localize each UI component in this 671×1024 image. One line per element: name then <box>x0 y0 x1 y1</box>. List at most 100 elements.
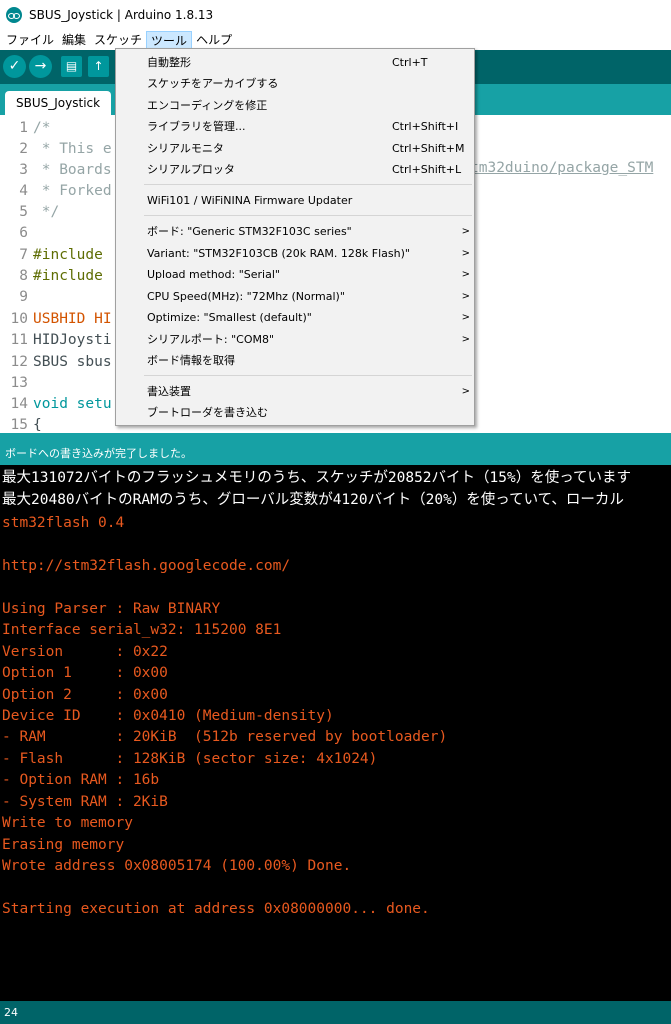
menu-item-variant[interactable]: Variant: "STM32F103CB (20k RAM. 128k Fla… <box>116 243 474 264</box>
menu-item-manage-libraries[interactable]: ライブラリを管理... Ctrl+Shift+I <box>116 116 474 137</box>
code-text: /* <box>33 120 51 136</box>
menu-separator <box>144 375 472 376</box>
menu-item-serial-monitor[interactable]: シリアルモニタ Ctrl+Shift+M <box>116 138 474 159</box>
line-number: 1 <box>19 120 28 136</box>
line-number: 14 <box>10 396 28 412</box>
console-line: - RAM : 20KiB (512b reserved by bootload… <box>2 729 448 745</box>
new-icon[interactable]: ▤ <box>61 56 82 77</box>
code-text: * Boards <box>33 162 112 178</box>
menu-item-label: スケッチをアーカイブする <box>147 77 279 90</box>
menu-separator <box>144 215 472 216</box>
menu-item-shortcut: Ctrl+Shift+M <box>392 142 465 155</box>
submenu-arrow-icon: > <box>461 312 470 323</box>
line-number: 13 <box>10 375 28 391</box>
comment-url-fragment[interactable]: tm32duino/package_STM <box>470 160 653 176</box>
console-line: 最大20480バイトのRAMのうち、グローバル変数が4120バイト（20%）を使… <box>2 492 624 508</box>
menu-item-label: エンコーディングを修正 <box>147 99 268 112</box>
menu-item-label: ボード情報を取得 <box>147 354 235 367</box>
submenu-arrow-icon: > <box>461 269 470 280</box>
code-text: #include <box>33 247 103 263</box>
menu-item-optimize[interactable]: Optimize: "Smallest (default)" > <box>116 307 474 328</box>
open-icon[interactable]: ↑ <box>88 56 109 77</box>
code-text: HIDJoysti <box>33 332 112 348</box>
menu-item-serial-plotter[interactable]: シリアルプロッタ Ctrl+Shift+L <box>116 159 474 180</box>
submenu-arrow-icon: > <box>461 291 470 302</box>
menu-item-label: シリアルプロッタ <box>147 163 235 176</box>
title-bar: SBUS_Joystick | Arduino 1.8.13 <box>0 0 671 30</box>
menu-item-shortcut: Ctrl+T <box>392 56 428 69</box>
line-number: 4 <box>19 183 28 199</box>
line-number: 5 <box>19 204 28 220</box>
line-number: 10 <box>10 311 28 327</box>
menu-item-programmer[interactable]: 書込装置 > <box>116 381 474 402</box>
menu-help[interactable]: ヘルプ <box>192 31 236 50</box>
menu-file[interactable]: ファイル <box>2 31 58 50</box>
code-text: USBHID HI <box>33 311 112 327</box>
console-line: stm32flash 0.4 <box>2 515 125 531</box>
menu-item-board[interactable]: ボード: "Generic STM32F103C series" > <box>116 221 474 242</box>
menu-item-label: ブートローダを書き込む <box>147 406 268 419</box>
line-number: 7 <box>19 247 28 263</box>
line-number: 6 <box>19 225 28 241</box>
menu-item-auto-format[interactable]: 自動整形 Ctrl+T <box>116 52 474 73</box>
upload-icon[interactable]: → <box>29 55 52 78</box>
console-line: - System RAM : 2KiB <box>2 794 168 810</box>
menu-sketch[interactable]: スケッチ <box>90 31 146 50</box>
menu-tools[interactable]: ツール <box>146 30 193 50</box>
menu-item-archive-sketch[interactable]: スケッチをアーカイブする <box>116 73 474 94</box>
console-line: Write to memory <box>2 815 133 831</box>
menu-item-burn-bootloader[interactable]: ブートローダを書き込む <box>116 402 474 423</box>
submenu-arrow-icon: > <box>461 334 470 345</box>
code-text: * This e <box>33 141 112 157</box>
current-line-number: 24 <box>4 1006 18 1019</box>
menu-bar: ファイル 編集 スケッチ ツール ヘルプ <box>0 30 671 50</box>
code-text: * Forked <box>33 183 112 199</box>
bottom-status-bar: 24 <box>0 1001 671 1024</box>
status-message: ボードへの書き込みが完了しました。 <box>5 447 192 460</box>
menu-item-upload-method[interactable]: Upload method: "Serial" > <box>116 264 474 285</box>
console-line: Wrote address 0x08005174 (100.00%) Done. <box>2 858 352 874</box>
console-line: Interface serial_w32: 115200 8E1 <box>2 622 282 638</box>
menu-item-shortcut: Ctrl+Shift+L <box>392 163 462 176</box>
console-output[interactable]: 最大131072バイトのフラッシュメモリのうち、スケッチが20852バイト（15… <box>0 465 671 1001</box>
menu-item-shortcut: Ctrl+Shift+I <box>392 120 459 133</box>
menu-item-label: Variant: "STM32F103CB (20k RAM. 128k Fla… <box>147 247 410 260</box>
menu-item-label: ライブラリを管理... <box>147 120 246 133</box>
console-line: http://stm32flash.googlecode.com/ <box>2 558 291 574</box>
menu-item-label: Upload method: "Serial" <box>147 268 280 281</box>
console-line: Using Parser : Raw BINARY <box>2 601 221 617</box>
menu-item-cpu-speed[interactable]: CPU Speed(MHz): "72Mhz (Normal)" > <box>116 286 474 307</box>
menu-item-label: 自動整形 <box>147 56 191 69</box>
verify-icon[interactable]: ✓ <box>3 55 26 78</box>
menu-item-serial-port[interactable]: シリアルポート: "COM8" > <box>116 329 474 350</box>
console-line: Erasing memory <box>2 837 125 853</box>
arduino-logo-icon <box>6 7 22 23</box>
status-bar: ボードへの書き込みが完了しました。 <box>0 433 671 465</box>
code-text: */ <box>33 204 60 220</box>
menu-item-fix-encoding[interactable]: エンコーディングを修正 <box>116 95 474 116</box>
window-title: SBUS_Joystick | Arduino 1.8.13 <box>29 8 214 22</box>
menu-item-label: ボード: "Generic STM32F103C series" <box>147 225 352 238</box>
line-number: 3 <box>19 162 28 178</box>
console-line: 最大131072バイトのフラッシュメモリのうち、スケッチが20852バイト（15… <box>2 470 631 486</box>
tab-sbus-joystick[interactable]: SBUS_Joystick <box>5 91 112 115</box>
menu-item-label: Optimize: "Smallest (default)" <box>147 311 312 324</box>
menu-item-board-info[interactable]: ボード情報を取得 <box>116 350 474 371</box>
submenu-arrow-icon: > <box>461 226 470 237</box>
code-text: SBUS sbus <box>33 354 112 370</box>
line-number: 12 <box>10 354 28 370</box>
line-number: 9 <box>19 289 28 305</box>
menu-item-label: シリアルモニタ <box>147 142 224 155</box>
code-text: #include <box>33 268 103 284</box>
console-line: - Flash : 128KiB (sector size: 4x1024) <box>2 751 378 767</box>
console-line: Option 2 : 0x00 <box>2 687 168 703</box>
console-line: Option 1 : 0x00 <box>2 665 168 681</box>
menu-item-label: CPU Speed(MHz): "72Mhz (Normal)" <box>147 290 345 303</box>
console-line: Version : 0x22 <box>2 644 168 660</box>
menu-item-wifi-firmware-updater[interactable]: WiFi101 / WiFiNINA Firmware Updater <box>116 190 474 211</box>
menu-item-label: WiFi101 / WiFiNINA Firmware Updater <box>147 194 353 207</box>
menu-edit[interactable]: 編集 <box>58 31 90 50</box>
console-line: Starting execution at address 0x08000000… <box>2 901 430 917</box>
code-text: void setu <box>33 396 112 412</box>
console-line: - Option RAM : 16b <box>2 772 160 788</box>
